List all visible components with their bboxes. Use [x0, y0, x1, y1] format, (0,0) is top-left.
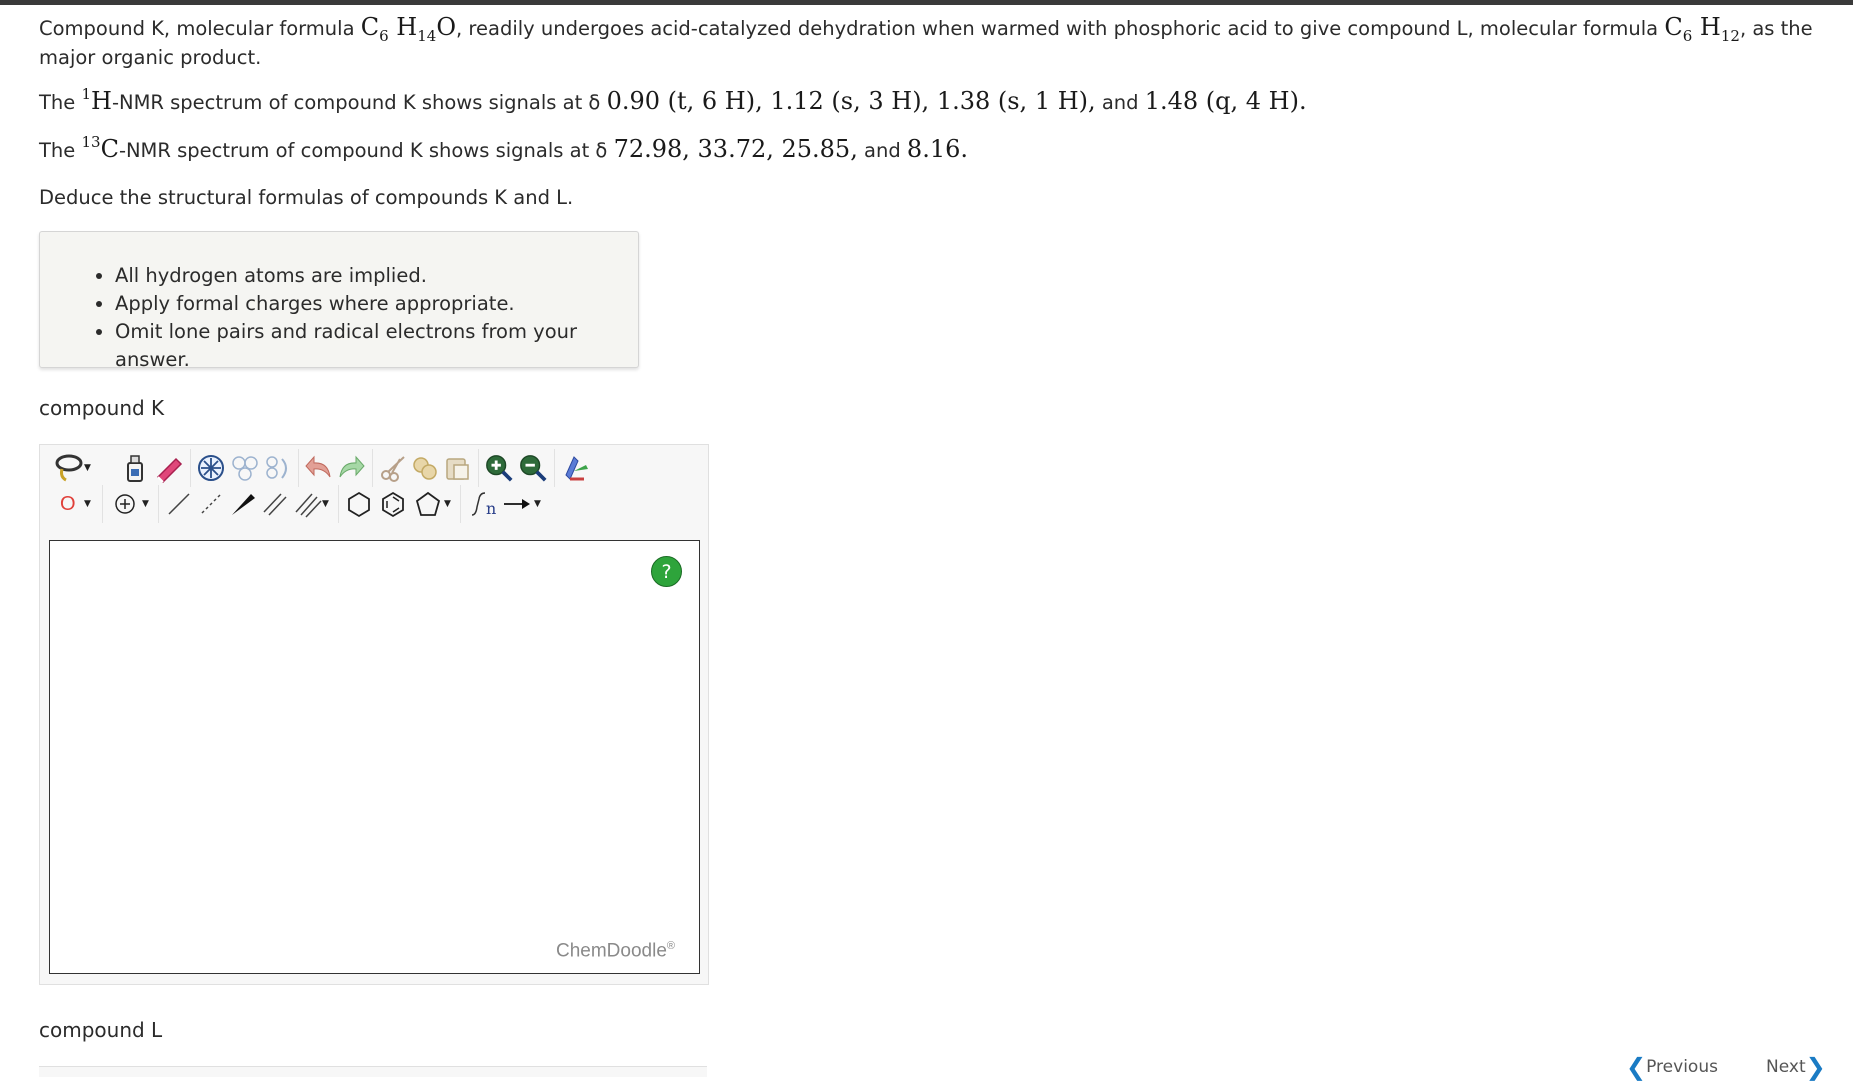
next-button[interactable]: Next ❯ — [1766, 1053, 1826, 1081]
cut-button[interactable] — [378, 451, 408, 485]
c-nmr-signals: 72.98, 33.72, 25.85, — [613, 135, 858, 163]
cyclopentane-tool[interactable]: ▼ — [412, 487, 454, 521]
dropdown-arrow-icon: ▼ — [84, 499, 91, 509]
double-bond-tool[interactable] — [260, 487, 290, 521]
plus-charge-icon — [115, 494, 135, 514]
formula-k: C6 H14O — [360, 13, 457, 45]
zoom-in-button[interactable] — [484, 451, 514, 485]
lasso-select-tool[interactable]: ▼ — [48, 451, 91, 485]
wedge-bond-icon — [232, 494, 255, 515]
h-nmr-paragraph: The 1H-NMR spectrum of compound K shows … — [39, 85, 1307, 115]
undo-icon — [305, 455, 331, 478]
clean-structure-icon — [565, 456, 588, 481]
dashed-bond-tool[interactable] — [196, 487, 226, 521]
bottle-icon — [127, 455, 143, 482]
clear-tool[interactable] — [120, 451, 150, 485]
wedge-bond-tool[interactable] — [228, 487, 258, 521]
instruction-text: Deduce the structural formulas of compou… — [39, 186, 574, 209]
zoom-out-icon — [520, 455, 547, 482]
double-bond-icon — [263, 493, 287, 516]
redo-icon — [339, 455, 365, 478]
dropdown-arrow-icon: ▼ — [444, 499, 451, 509]
question-text: Compound K, molecular formula — [39, 17, 361, 40]
chevron-left-icon: ❮ — [1626, 1053, 1647, 1081]
atom-label-tool[interactable]: O ▼ — [48, 487, 91, 521]
top-bar — [0, 0, 1853, 5]
bracket-tool[interactable]: n — [466, 487, 496, 521]
next-label: Next — [1766, 1057, 1806, 1077]
dropdown-arrow-icon: ▼ — [322, 499, 329, 509]
cyclohexane-icon — [348, 491, 370, 518]
flip-tool[interactable] — [230, 451, 260, 485]
cyclohexane-tool[interactable] — [344, 487, 374, 521]
chevron-right-icon: ❯ — [1805, 1053, 1826, 1081]
chemdoodle-watermark: ChemDoodle® — [556, 940, 676, 962]
previous-label: Previous — [1646, 1057, 1718, 1077]
hint-item: Apply formal charges where appropriate. — [115, 290, 638, 318]
zoom-in-icon — [486, 455, 513, 482]
dropdown-arrow-icon: ▼ — [84, 463, 91, 473]
lasso-icon — [55, 454, 83, 482]
copy-button[interactable] — [410, 451, 440, 485]
eraser-tool[interactable] — [154, 451, 184, 485]
dropdown-arrow-icon: ▼ — [534, 499, 541, 509]
copy-icon — [413, 457, 437, 480]
hint-box: All hydrogen atoms are implied. Apply fo… — [39, 231, 639, 371]
bracket-subscript-label: n — [486, 499, 497, 518]
hint-item: Omit lone pairs and radical electrons fr… — [115, 318, 638, 374]
single-bond-icon — [168, 493, 190, 515]
rotate-tool[interactable] — [262, 451, 292, 485]
formula-l: C6 H12 — [1664, 13, 1740, 45]
question-paragraph-1: Compound K, molecular formula C6 H14O, r… — [39, 13, 1819, 72]
help-button[interactable]: ? — [651, 556, 682, 587]
triple-bond-tool[interactable]: ▼ — [292, 487, 332, 521]
oxygen-atom-icon: O — [60, 492, 76, 515]
cyclopentane-icon — [415, 491, 441, 516]
center-molecule-icon — [198, 455, 224, 481]
drawing-canvas-k[interactable] — [49, 540, 700, 974]
clean-tool[interactable] — [560, 451, 590, 485]
benzene-tool[interactable] — [378, 487, 408, 521]
reaction-arrow-icon — [504, 499, 530, 509]
scissors-icon — [381, 456, 405, 482]
arrow-tool[interactable]: ▼ — [500, 487, 544, 521]
paste-icon — [446, 458, 469, 480]
triple-bond-icon — [295, 493, 322, 518]
chemdoodle-editor-l — [39, 1066, 707, 1077]
redo-button[interactable] — [336, 451, 366, 485]
paste-button[interactable] — [442, 451, 472, 485]
h-nmr-signals: 0.90 (t, 6 H), 1.12 (s, 3 H), 1.38 (s, 1… — [606, 87, 1096, 115]
charge-tool[interactable]: ▼ — [112, 487, 152, 521]
undo-button[interactable] — [304, 451, 334, 485]
question-text: , readily undergoes acid-catalyzed dehyd… — [456, 17, 1665, 40]
zoom-out-button[interactable] — [518, 451, 548, 485]
hint-item: All hydrogen atoms are implied. — [115, 262, 638, 290]
eraser-icon — [156, 457, 183, 483]
c-nmr-paragraph: The 13C-NMR spectrum of compound K shows… — [39, 133, 968, 163]
previous-button[interactable]: ❮ Previous — [1626, 1053, 1718, 1081]
h-nmr-last-signal: 1.48 (q, 4 H). — [1144, 87, 1307, 115]
compound-l-label: compound L — [39, 1018, 163, 1042]
hashed-bond-icon — [201, 494, 221, 514]
dropdown-arrow-icon: ▼ — [142, 499, 149, 509]
benzene-icon — [382, 491, 404, 518]
rotate-molecule-icon — [266, 456, 287, 479]
flip-molecule-icon — [232, 456, 258, 481]
c-nmr-last-signal: 8.16. — [906, 135, 968, 163]
single-bond-tool[interactable] — [164, 487, 194, 521]
compound-k-label: compound K — [39, 396, 165, 420]
center-tool[interactable] — [196, 451, 226, 485]
